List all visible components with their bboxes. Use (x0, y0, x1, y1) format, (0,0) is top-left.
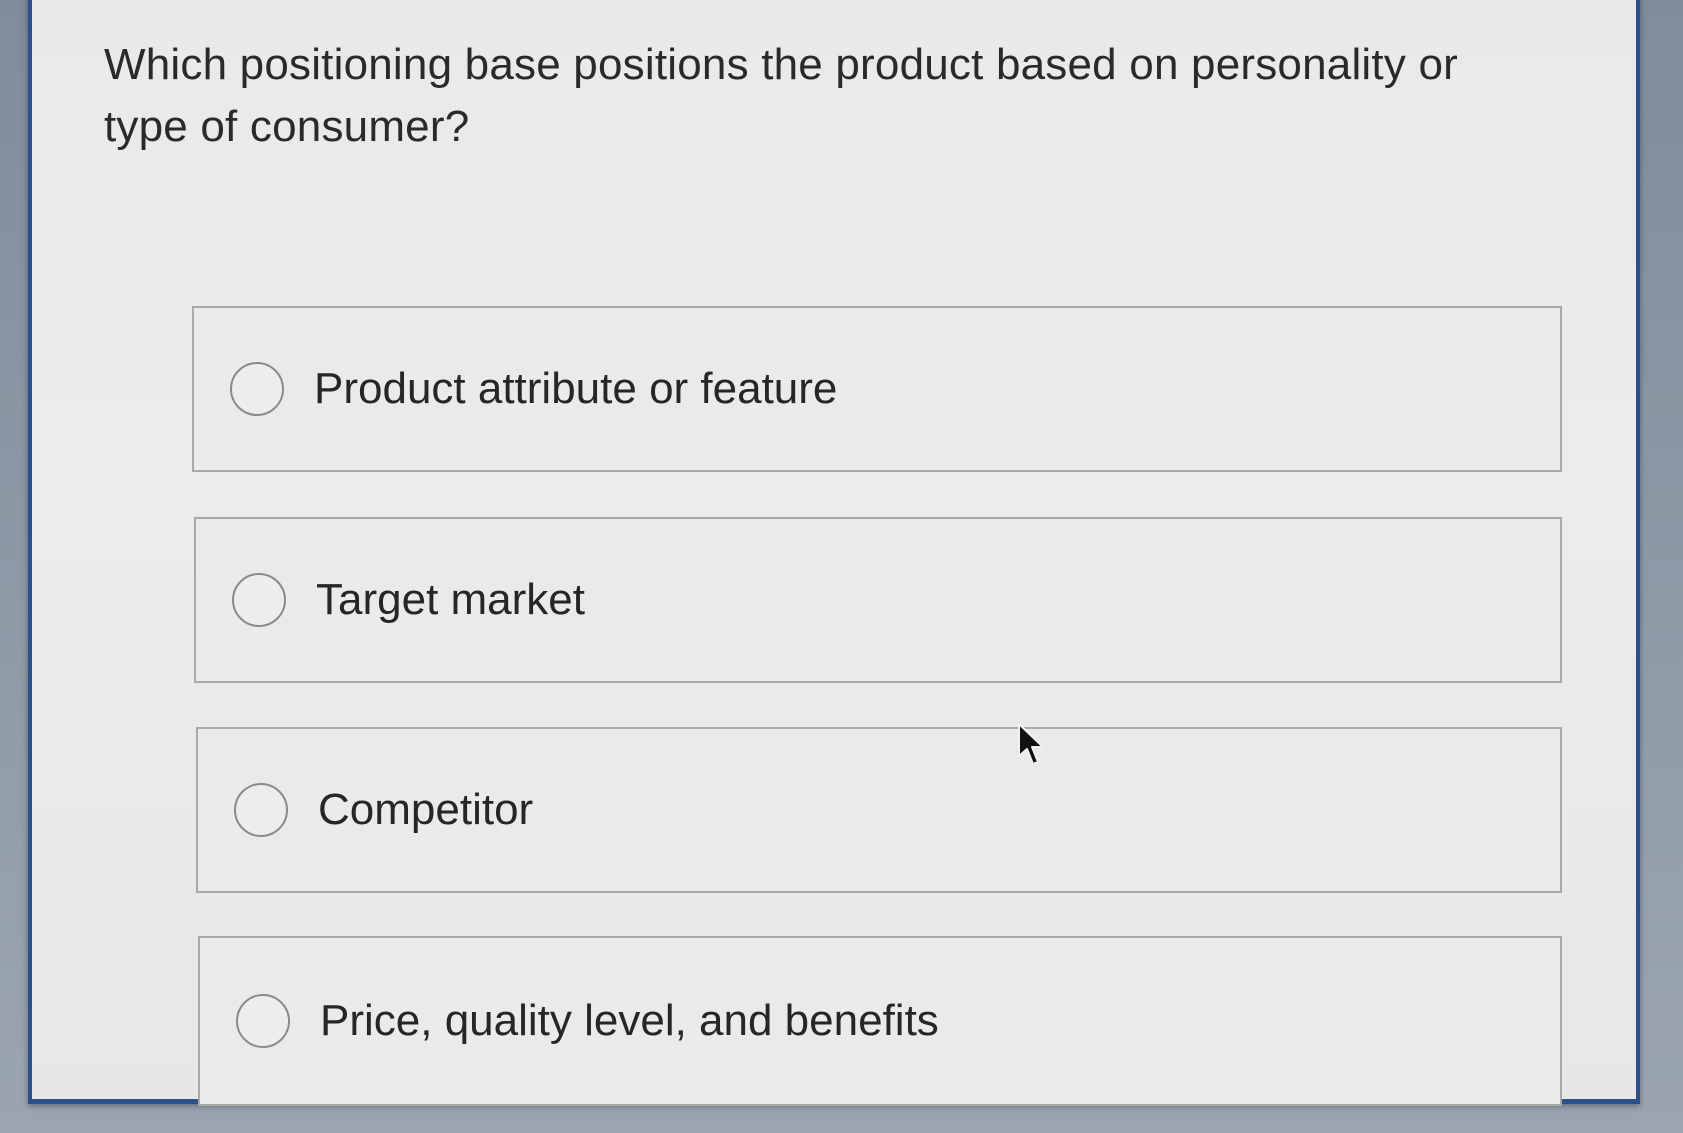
answer-option-competitor[interactable]: Competitor (196, 727, 1562, 893)
radio-unchecked-icon[interactable] (232, 573, 286, 627)
radio-unchecked-icon[interactable] (230, 362, 284, 416)
answer-option-product-attribute[interactable]: Product attribute or feature (192, 306, 1562, 472)
quiz-panel: Which positioning base positions the pro… (28, 0, 1640, 1106)
answer-options: Product attribute or feature Target mark… (32, 0, 1636, 1106)
answer-option-target-market[interactable]: Target market (194, 517, 1562, 683)
answer-option-label: Competitor (318, 785, 534, 834)
radio-unchecked-icon[interactable] (234, 783, 288, 837)
radio-unchecked-icon[interactable] (236, 994, 290, 1048)
answer-option-price-quality[interactable]: Price, quality level, and benefits (198, 936, 1562, 1106)
answer-option-label: Product attribute or feature (314, 364, 838, 413)
answer-option-label: Target market (316, 575, 585, 624)
answer-option-label: Price, quality level, and benefits (320, 996, 939, 1045)
mouse-pointer-icon (1018, 723, 1044, 765)
